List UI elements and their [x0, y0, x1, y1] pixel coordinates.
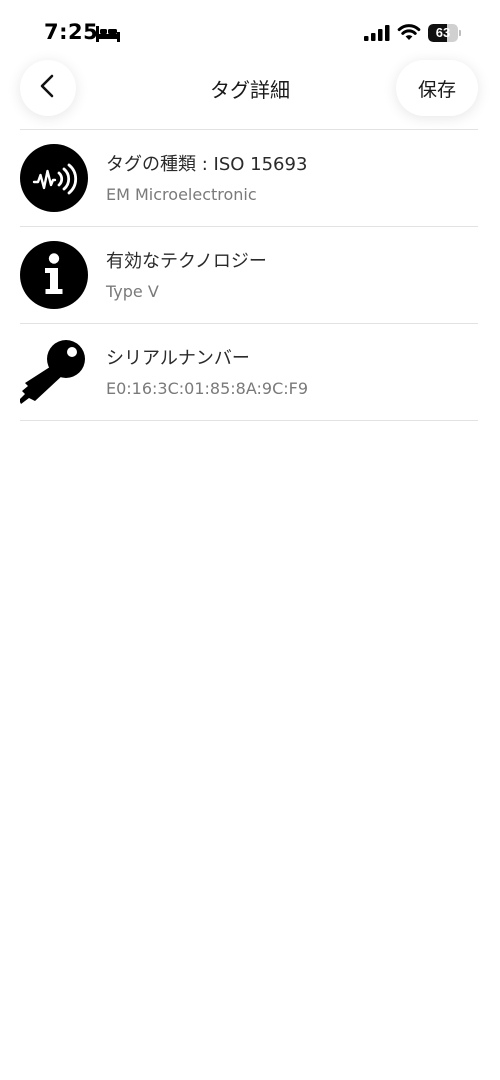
list-item-technology: 有効なテクノロジー Type V — [20, 227, 478, 324]
status-bar: 7:25 63 — [0, 0, 500, 60]
nfc-sound-icon — [20, 144, 88, 212]
list-item-serial-number: シリアルナンバー E0:16:3C:01:85:8A:9C:F9 — [20, 324, 478, 421]
page-title: タグ詳細 — [210, 78, 290, 102]
back-button[interactable] — [20, 60, 76, 116]
item-label: 有効なテクノロジー — [106, 251, 267, 272]
save-button[interactable]: 保存 — [396, 60, 478, 116]
bed-icon — [96, 24, 120, 42]
status-time: 7:25 — [44, 20, 99, 44]
item-label: シリアルナンバー — [106, 348, 250, 369]
item-value: E0:16:3C:01:85:8A:9C:F9 — [106, 379, 309, 398]
item-label: タグの種類 : ISO 15693 — [106, 154, 308, 175]
info-icon — [20, 241, 88, 309]
nav-bar: タグ詳細 保存 — [0, 60, 500, 130]
chevron-left-icon — [37, 73, 59, 103]
list-item-tag-type: タグの種類 : ISO 15693 EM Microelectronic — [20, 130, 478, 227]
tag-info-list: タグの種類 : ISO 15693 EM Microelectronic 有効な… — [20, 130, 478, 421]
battery-level: 63 — [435, 25, 451, 40]
item-value: Type V — [106, 282, 159, 301]
cellular-signal-icon — [364, 25, 390, 41]
key-icon — [20, 338, 88, 406]
item-value: EM Microelectronic — [106, 185, 257, 204]
wifi-icon — [397, 22, 421, 42]
battery-icon: 63 — [428, 24, 461, 42]
